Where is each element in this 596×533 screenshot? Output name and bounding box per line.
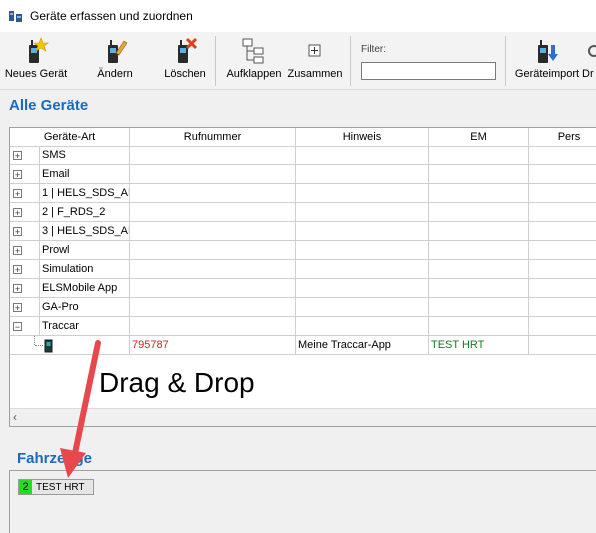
new-device-label: Neues Gerät xyxy=(4,68,68,80)
edit-label: Ändern xyxy=(97,68,133,80)
expand-toggle[interactable]: + xyxy=(13,170,22,180)
table-row[interactable]: + Email xyxy=(10,165,596,184)
toolbar: Neues Gerät Ändern Löschen Aufklappen Zu… xyxy=(0,32,596,90)
drag-drop-annotation: Drag & Drop xyxy=(99,367,255,398)
vehicle-number: 2 xyxy=(19,480,32,494)
app-icon xyxy=(9,11,22,22)
group-label: Simulation xyxy=(40,260,130,279)
scroll-left-icon[interactable]: ‹ xyxy=(13,410,17,424)
delete-button[interactable]: Löschen xyxy=(160,32,210,89)
device-row[interactable]: 795787 Meine Traccar-App TEST HRT xyxy=(10,336,596,355)
table-row[interactable]: + Simulation xyxy=(10,260,596,279)
devices-grid: Geräte-Art Rufnummer Hinweis EM Pers + S… xyxy=(9,127,596,427)
expand-toggle[interactable]: + xyxy=(13,227,22,237)
vehicle-name: TEST HRT xyxy=(36,481,85,493)
column-header-rufnummer[interactable]: Rufnummer xyxy=(130,128,296,146)
group-label: 1 | HELS_SDS_AP xyxy=(40,184,130,203)
table-row[interactable]: − Traccar xyxy=(10,317,596,336)
column-header-geraete-art[interactable]: Geräte-Art xyxy=(10,128,130,146)
table-row[interactable]: + 2 | F_RDS_2 xyxy=(10,203,596,222)
column-header-pers[interactable]: Pers xyxy=(529,128,596,146)
expand-button[interactable]: Aufklappen xyxy=(223,32,285,89)
table-row[interactable]: + 1 | HELS_SDS_AP xyxy=(10,184,596,203)
table-row[interactable]: + Prowl xyxy=(10,241,596,260)
table-row[interactable]: + ELSMobile App xyxy=(10,279,596,298)
table-row[interactable]: + 3 | HELS_SDS_AP xyxy=(10,222,596,241)
grid-header: Geräte-Art Rufnummer Hinweis EM Pers xyxy=(10,128,596,147)
print-button[interactable]: Dr xyxy=(582,32,596,89)
collapse-button[interactable]: Zusammen xyxy=(287,32,343,89)
hinweis-cell: Meine Traccar-App xyxy=(296,336,429,355)
expand-toggle[interactable]: + xyxy=(13,265,22,275)
table-row[interactable]: + SMS xyxy=(10,146,596,165)
tree-line xyxy=(34,336,36,345)
vehicle-item[interactable]: 2 TEST HRT xyxy=(18,479,94,495)
vehicles-section-title: Fahrzeuge xyxy=(17,450,93,467)
expand-toggle[interactable]: + xyxy=(13,189,22,199)
devices-section-title: Alle Geräte xyxy=(9,97,89,114)
delete-device-icon xyxy=(178,37,198,63)
group-label: Email xyxy=(40,165,130,184)
tree-line xyxy=(35,345,43,347)
filter-label: Filter: xyxy=(361,44,386,55)
group-label: SMS xyxy=(40,146,130,165)
import-icon xyxy=(538,40,558,63)
title-bar: Geräte erfassen und zuordnen xyxy=(0,0,596,32)
expand-label: Aufklappen xyxy=(226,68,282,80)
new-device-button[interactable]: Neues Gerät xyxy=(4,32,68,89)
expand-toggle[interactable]: + xyxy=(13,303,22,313)
print-icon xyxy=(588,45,596,57)
edit-button[interactable]: Ändern xyxy=(90,32,140,89)
mobile-phone-icon xyxy=(44,339,53,353)
toolbar-separator xyxy=(505,36,506,86)
group-label: Prowl xyxy=(40,241,130,260)
expand-tree-icon xyxy=(242,38,264,64)
edit-device-icon xyxy=(108,40,128,63)
collapse-toggle[interactable]: − xyxy=(13,322,22,332)
collapse-label: Zusammen xyxy=(287,68,343,80)
import-label: Geräteimport xyxy=(514,68,580,80)
group-label: GA-Pro xyxy=(40,298,130,317)
column-header-hinweis[interactable]: Hinweis xyxy=(296,128,429,146)
collapse-tree-icon xyxy=(308,44,321,57)
em-cell: TEST HRT xyxy=(429,336,529,355)
table-row[interactable]: + GA-Pro xyxy=(10,298,596,317)
expand-toggle[interactable]: + xyxy=(13,246,22,256)
expand-toggle[interactable]: + xyxy=(13,151,22,161)
expand-toggle[interactable]: + xyxy=(13,208,22,218)
group-label: 2 | F_RDS_2 xyxy=(40,203,130,222)
horizontal-scrollbar[interactable]: ‹ xyxy=(10,408,596,426)
filter-input[interactable] xyxy=(361,62,496,80)
group-label: 3 | HELS_SDS_AP xyxy=(40,222,130,241)
import-button[interactable]: Geräteimport xyxy=(514,32,580,89)
delete-label: Löschen xyxy=(164,68,206,80)
column-header-em[interactable]: EM xyxy=(429,128,529,146)
new-device-icon xyxy=(29,37,49,63)
toolbar-separator xyxy=(215,36,216,86)
vehicles-panel: 2 TEST HRT xyxy=(9,470,596,533)
group-label: Traccar xyxy=(40,317,130,336)
toolbar-separator xyxy=(350,36,351,86)
group-label: ELSMobile App xyxy=(40,279,130,298)
expand-toggle[interactable]: + xyxy=(13,284,22,294)
window-title: Geräte erfassen und zuordnen xyxy=(30,9,193,23)
rufnummer-cell: 795787 xyxy=(130,336,296,355)
print-label: Dr xyxy=(582,68,594,80)
